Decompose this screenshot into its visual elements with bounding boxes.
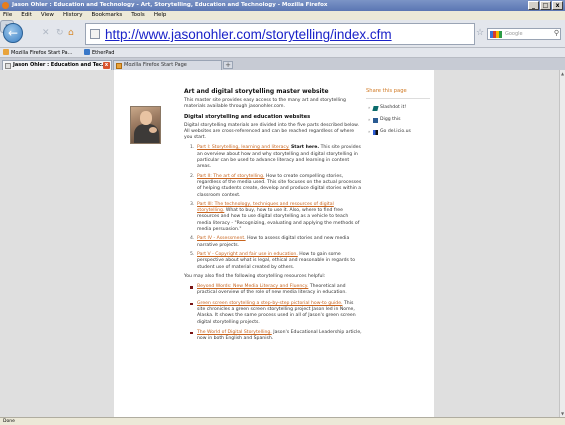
tab-firefox-start[interactable]: Mozilla Firefox Start Page	[113, 60, 222, 70]
reload-icon[interactable]: ↻	[56, 28, 64, 39]
minimize-button[interactable]: _	[528, 1, 539, 10]
firefox-favicon-icon	[116, 63, 122, 69]
list-item: The World of Digital Storytelling. Jason…	[190, 330, 362, 343]
list-item: 5. Part V - Copyright and fair use in ed…	[190, 252, 362, 271]
address-url[interactable]: http://www.jasonohler.com/storytelling/i…	[105, 27, 392, 42]
bullet-icon	[190, 331, 193, 335]
site-identity-icon[interactable]	[90, 29, 100, 39]
etherpad-icon	[84, 49, 90, 55]
close-window-button[interactable]: x	[552, 1, 563, 10]
menu-help[interactable]: Help	[154, 11, 167, 20]
delicious-icon	[373, 130, 378, 135]
tab-label: Mozilla Firefox Start Page	[124, 62, 187, 68]
window-title: Jason Ohler : Education and Technology -…	[12, 2, 328, 8]
list-number: 4.	[190, 236, 195, 242]
part-1-link[interactable]: Part I: Storytelling, learning and liter…	[197, 145, 289, 150]
author-photo	[130, 106, 161, 144]
digg-icon	[373, 118, 378, 123]
arrow-right-icon: »	[368, 129, 371, 134]
menu-bookmarks[interactable]: Bookmarks	[92, 11, 123, 20]
page-body: Art and digital storytelling master webs…	[114, 70, 434, 417]
scroll-down-icon[interactable]: ▼	[560, 411, 565, 416]
tab-label: Jason Ohler : Education and Tec...	[13, 62, 108, 68]
list-item: 4. Part IV - Assessment. How to assess d…	[190, 236, 362, 249]
close-tab-icon[interactable]: x	[103, 62, 110, 69]
part-5-link[interactable]: Part V - Copyright and fair use in educa…	[197, 252, 298, 257]
bullet-icon	[190, 302, 193, 306]
new-tab-button[interactable]: +	[223, 61, 233, 69]
resources-list: Beyond Words: New Media Literacy and Flu…	[184, 284, 362, 342]
share-delicious-link[interactable]: » Go del.icio.us	[366, 129, 430, 135]
google-icon[interactable]	[490, 31, 502, 38]
share-digg-link[interactable]: » Digg this	[366, 117, 430, 123]
part-4-link[interactable]: Part IV - Assessment.	[197, 236, 246, 241]
search-icon[interactable]: ⚲	[554, 29, 559, 38]
search-input[interactable]: Google	[505, 30, 523, 39]
maximize-button[interactable]: □	[540, 1, 551, 10]
bookmarks-toolbar: Mozilla Firefox Start Pa... EtherPad	[0, 48, 565, 58]
main-column: Art and digital storytelling master webs…	[184, 88, 362, 347]
status-text: Done	[3, 419, 15, 424]
menu-history[interactable]: History	[63, 11, 83, 20]
menu-tools[interactable]: Tools	[131, 11, 145, 20]
bookmark-label: EtherPad	[92, 50, 115, 56]
window-controls: _ □ x	[528, 1, 563, 10]
bullet-icon	[190, 286, 193, 289]
scroll-up-icon[interactable]: ▲	[560, 71, 565, 76]
bookmark-label: Mozilla Firefox Start Pa...	[11, 50, 73, 56]
share-label: Digg this	[380, 117, 401, 122]
list-number: 2.	[190, 173, 195, 179]
intro-text: This master site provides easy access to…	[184, 98, 346, 110]
menu-edit[interactable]: Edit	[21, 11, 32, 20]
tab-strip: Jason Ohler : Education and Tec... x Moz…	[0, 58, 565, 70]
part-2-link[interactable]: Part II: The art of storytelling.	[197, 174, 264, 179]
parts-list: 1. Part I: Storytelling, learning and li…	[184, 145, 362, 270]
share-label: Go del.icio.us	[380, 129, 411, 134]
start-here-label: Start here.	[290, 145, 320, 151]
stop-icon[interactable]: ✕	[42, 28, 50, 39]
list-item: Beyond Words: New Media Literacy and Flu…	[190, 284, 362, 297]
firefox-icon	[2, 2, 9, 9]
list-item: Green screen storytelling a step-by-step…	[190, 301, 362, 326]
arrow-right-icon: »	[368, 117, 371, 122]
share-sidebar: Share this page » Slashdot it! » Digg th…	[366, 88, 430, 135]
bookmark-firefox-start[interactable]: Mozilla Firefox Start Pa...	[3, 48, 72, 58]
navigation-toolbar: ← ▾ ✕ ↻ ⌂ http://www.jasonohler.com/stor…	[0, 20, 565, 48]
menubar: File Edit View History Bookmarks Tools H…	[0, 11, 565, 20]
home-icon[interactable]: ⌂	[68, 28, 74, 39]
list-number: 5.	[190, 251, 195, 257]
world-of-digital-storytelling-link[interactable]: The World of Digital Storytelling.	[197, 330, 272, 335]
vertical-scrollbar[interactable]: ▲ ▼	[559, 70, 565, 417]
tab-jason-ohler[interactable]: Jason Ohler : Education and Tec... x	[2, 60, 112, 70]
address-bar[interactable]: http://www.jasonohler.com/storytelling/i…	[85, 23, 475, 45]
share-title: Share this page	[366, 88, 430, 99]
section-intro-text: Digital storytelling materials are divid…	[184, 122, 359, 141]
page-viewport[interactable]: Art and digital storytelling master webs…	[0, 70, 559, 417]
green-screen-link[interactable]: Green screen storytelling a step-by-step…	[197, 301, 343, 306]
list-item: 2. Part II: The art of storytelling. How…	[190, 174, 362, 199]
list-item: 3. Part III: The technology, techniques …	[190, 202, 362, 233]
back-button[interactable]: ←	[3, 23, 23, 43]
page-favicon-icon	[5, 63, 11, 69]
menu-file[interactable]: File	[3, 11, 12, 20]
arrow-right-icon: »	[368, 105, 371, 110]
list-item: 1. Part I: Storytelling, learning and li…	[190, 145, 362, 170]
section-heading: Digital storytelling and education websi…	[184, 113, 311, 120]
slashdot-icon	[372, 106, 379, 111]
share-slashdot-link[interactable]: » Slashdot it!	[366, 105, 430, 111]
list-number: 1.	[190, 145, 195, 151]
page-title: Art and digital storytelling master webs…	[184, 88, 329, 95]
bookmark-star-icon[interactable]: ☆	[476, 28, 484, 38]
back-arrow-icon: ←	[7, 26, 19, 40]
search-box[interactable]: Google ⚲	[487, 28, 561, 40]
beyond-words-link[interactable]: Beyond Words: New Media Literacy and Flu…	[197, 284, 308, 289]
list-number: 3.	[190, 201, 195, 207]
firefox-bookmark-icon	[3, 49, 9, 55]
window-titlebar: Jason Ohler : Education and Technology -…	[0, 0, 565, 11]
resources-intro-text: You may also find the following storytel…	[184, 273, 326, 279]
share-label: Slashdot it!	[380, 105, 407, 110]
status-bar: Done	[0, 417, 565, 425]
bookmark-etherpad[interactable]: EtherPad	[84, 48, 114, 58]
menu-view[interactable]: View	[41, 11, 54, 20]
